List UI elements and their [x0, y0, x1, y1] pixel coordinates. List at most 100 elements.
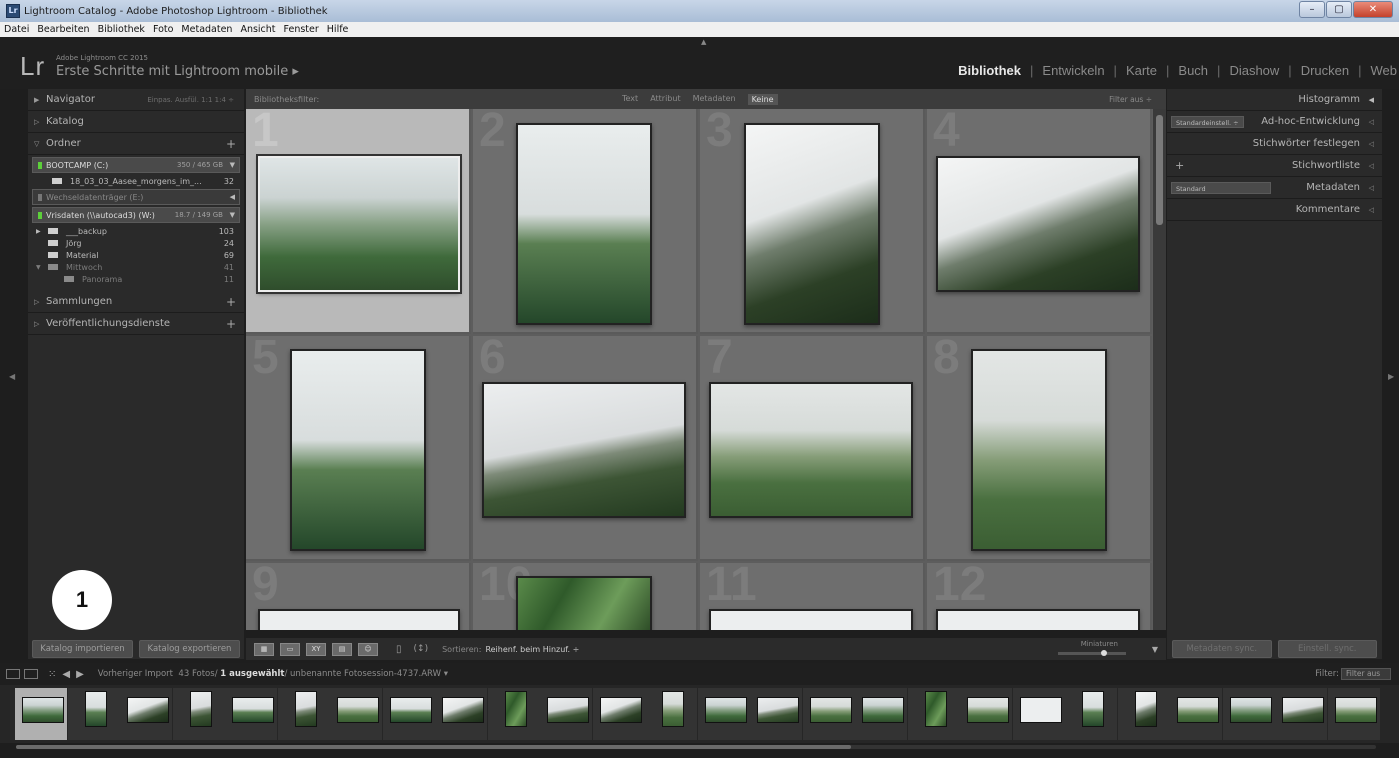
filter-none[interactable]: Keine [747, 93, 778, 105]
photo-thumbnail[interactable] [709, 382, 913, 518]
grid-cell[interactable]: 9 [246, 558, 471, 630]
photo-thumbnail[interactable] [516, 123, 652, 325]
filmstrip-thumbnail[interactable] [1019, 697, 1062, 723]
photo-thumbnail[interactable] [744, 123, 880, 325]
loupe-view-icon[interactable]: ▭ [280, 642, 300, 656]
collapse-top-arrow-icon[interactable]: ▲ [701, 38, 706, 46]
filmstrip-thumbnail[interactable] [599, 697, 642, 723]
grid-cell[interactable]: 1 [246, 109, 471, 334]
module-web[interactable]: Web [1371, 63, 1398, 78]
filmstrip-thumbnail[interactable] [662, 691, 684, 727]
filmstrip-thumbnail[interactable] [1177, 697, 1219, 723]
filmstrip-filter-select[interactable]: Filter aus [1341, 668, 1391, 680]
filter-attribute[interactable]: Attribut [650, 94, 680, 105]
filmstrip-thumbnail[interactable] [704, 697, 747, 723]
grid-cell[interactable]: 11 [700, 558, 925, 630]
menu-hilfe[interactable]: Hilfe [327, 24, 349, 35]
folder-item[interactable]: Panorama 11 [28, 273, 244, 285]
filmstrip-thumbnail[interactable] [924, 691, 947, 727]
filter-preset-select[interactable]: Filter aus ÷ [1109, 95, 1152, 104]
slider-handle[interactable] [1101, 650, 1107, 656]
menu-ansicht[interactable]: Ansicht [240, 24, 275, 35]
grid-cell[interactable]: 6 [473, 331, 698, 561]
main-window-icon[interactable] [6, 669, 20, 679]
filmstrip-thumbnail[interactable] [337, 697, 379, 723]
volume-c[interactable]: BOOTCAMP (C:) 350 / 465 GB ▼ [32, 157, 240, 173]
photo-thumbnail[interactable] [936, 609, 1140, 630]
filmstrip-thumbnail[interactable] [294, 691, 317, 727]
photo-thumbnail[interactable] [258, 609, 460, 630]
menu-foto[interactable]: Foto [153, 24, 173, 35]
identity-plate[interactable]: Erste Schritte mit Lightroom mobile ▸ [56, 64, 299, 79]
grid-cell[interactable]: 3 [700, 109, 925, 334]
filmstrip-thumbnail[interactable] [22, 697, 64, 723]
grid-cell[interactable]: 10 [473, 558, 698, 630]
publish-panel-header[interactable]: ▷ Veröffentlichungsdienste + [28, 313, 244, 335]
keywording-panel-header[interactable]: Stichwörter festlegen ◁ [1167, 133, 1382, 155]
grid-view-icon[interactable]: ▦ [254, 642, 274, 656]
filmstrip-scrollbar-thumb[interactable] [16, 745, 851, 749]
module-bibliothek[interactable]: Bibliothek [958, 63, 1021, 78]
filmstrip-thumbnail[interactable] [1082, 691, 1104, 727]
filmstrip-thumbnail[interactable] [1229, 697, 1272, 723]
filmstrip-thumbnail[interactable] [232, 697, 274, 723]
scrollbar-thumb[interactable] [1156, 115, 1163, 225]
grid-cell[interactable]: 2 [473, 109, 698, 334]
grid-cell[interactable]: 5 [246, 331, 471, 561]
filter-metadata[interactable]: Metadaten [693, 94, 736, 105]
filmstrip-thumbnail[interactable] [862, 697, 904, 723]
filmstrip-thumbnail[interactable] [189, 691, 212, 727]
filmstrip-thumbnail[interactable] [127, 697, 169, 723]
grid-cell[interactable]: 8 [927, 331, 1152, 561]
filmstrip-thumbnail[interactable] [1334, 697, 1377, 723]
folder-item[interactable]: Jörg 24 [28, 237, 244, 249]
minimize-button[interactable]: – [1299, 1, 1325, 18]
keyword-list-panel-header[interactable]: + Stichwortliste ◁ [1167, 155, 1382, 177]
back-arrow-icon[interactable]: ◀ [62, 669, 70, 680]
add-folder-icon[interactable]: + [226, 137, 236, 151]
module-drucken[interactable]: Drucken [1301, 63, 1349, 78]
folder-item[interactable]: Material 69 [28, 249, 244, 261]
export-catalog-button[interactable]: Katalog exportieren [139, 640, 240, 658]
menu-datei[interactable]: Datei [4, 24, 29, 35]
module-diashow[interactable]: Diashow [1229, 63, 1279, 78]
navigator-zoom-options[interactable]: Einpas. Ausfül. 1:1 1:4 ÷ [147, 96, 234, 104]
sync-settings-button[interactable]: Einstell. sync. [1277, 640, 1377, 658]
histogram-panel-header[interactable]: Histogramm ◀ [1167, 89, 1382, 111]
volume-w[interactable]: Vrisdaten (\\autocad3) (W:) 18.7 / 149 G… [32, 207, 240, 223]
develop-preset-select[interactable]: Standardeinstell. ÷ [1171, 116, 1244, 128]
sync-metadata-button[interactable]: Metadaten sync. [1172, 640, 1272, 658]
metadata-preset-select[interactable]: Standard [1171, 182, 1271, 194]
menu-fenster[interactable]: Fenster [284, 24, 319, 35]
maximize-button[interactable]: ▢ [1326, 1, 1352, 18]
second-window-icon[interactable] [24, 669, 38, 679]
grid-cell[interactable]: 4 [927, 109, 1152, 334]
grid-nav-icon[interactable]: ⁙ [48, 669, 56, 680]
add-keyword-icon[interactable]: + [1175, 159, 1184, 172]
navigator-panel-header[interactable]: ▶ Navigator Einpas. Ausfül. 1:1 1:4 ÷ [28, 89, 244, 111]
filmstrip-thumbnail[interactable] [389, 697, 432, 723]
metadata-panel-header[interactable]: Standard Metadaten ◁ [1167, 177, 1382, 199]
folder-item[interactable]: ▼ Mittwoch 41 [28, 261, 244, 273]
module-buch[interactable]: Buch [1178, 63, 1208, 78]
people-view-icon[interactable]: ☺ [358, 642, 378, 656]
filmstrip-source[interactable]: Vorheriger Import 43 Fotos/ 1 ausgewählt… [98, 669, 448, 679]
module-entwickeln[interactable]: Entwickeln [1042, 63, 1104, 78]
filmstrip-thumbnail[interactable] [84, 691, 107, 727]
sort-select[interactable]: Reihenf. beim Hinzuf. ÷ [485, 645, 579, 654]
filmstrip-thumbnail[interactable] [967, 697, 1009, 723]
thumbnail-size-slider[interactable] [1058, 650, 1126, 656]
grid-cell[interactable]: 12 [927, 558, 1152, 630]
add-collection-icon[interactable]: + [226, 295, 236, 309]
catalog-panel-header[interactable]: ▷ Katalog [28, 111, 244, 133]
photo-thumbnail[interactable] [709, 609, 913, 630]
comments-panel-header[interactable]: Kommentare ◁ [1167, 199, 1382, 221]
filmstrip-thumbnail[interactable] [547, 697, 589, 723]
filmstrip-thumbnail[interactable] [1134, 691, 1157, 727]
compare-view-icon[interactable]: XY [306, 642, 326, 656]
folder-item[interactable]: ▶ ___backup 103 [28, 225, 244, 237]
photo-thumbnail[interactable] [516, 576, 652, 630]
filmstrip-thumbnail[interactable] [757, 697, 799, 723]
folder-item[interactable]: 18_03_03_Aasee_morgens_im_... 32 [28, 175, 244, 187]
filmstrip-thumbnail[interactable] [1282, 697, 1324, 723]
